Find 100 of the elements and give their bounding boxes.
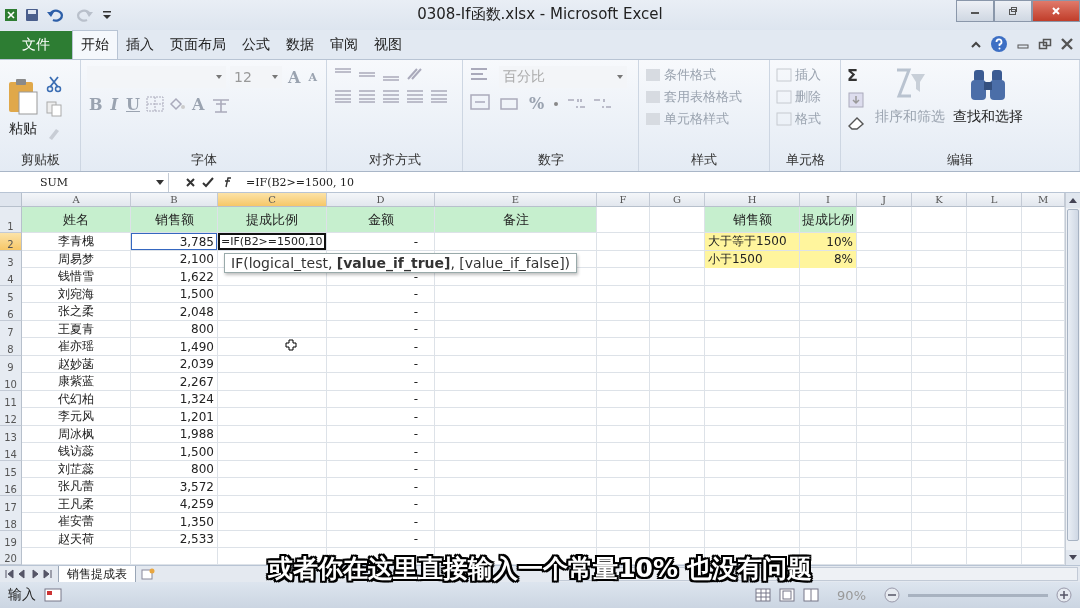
save-icon[interactable] — [24, 6, 40, 23]
table-cell-text: - — [412, 373, 419, 391]
ribbon-tab[interactable]: 数据 — [278, 31, 322, 60]
table-cell-text: 刘宛海 — [57, 285, 95, 303]
align-icon[interactable] — [405, 88, 425, 105]
table-cell-text: 2,048 — [178, 303, 215, 321]
select-all-corner[interactable] — [0, 193, 22, 208]
table-cell-text: 800 — [190, 461, 215, 478]
align-icon[interactable] — [333, 88, 353, 105]
dropdown-caret-icon — [156, 179, 164, 185]
ribbon-tab[interactable]: 审阅 — [322, 31, 366, 60]
align-icon[interactable] — [357, 88, 377, 105]
column-header[interactable]: L — [967, 193, 1022, 208]
help-icon[interactable] — [990, 35, 1008, 54]
table-cell-text: 1,324 — [178, 391, 215, 408]
collapse-ribbon-icon[interactable] — [970, 39, 982, 50]
column-header[interactable]: K — [912, 193, 967, 208]
table-cell: 3,785 — [131, 233, 217, 251]
new-sheet-icon[interactable] — [140, 568, 156, 581]
table-cell-text: - — [412, 478, 419, 496]
ribbon-tab[interactable]: 视图 — [366, 31, 410, 60]
row-header[interactable]: 2 — [0, 233, 22, 252]
restore-icon[interactable] — [1038, 37, 1052, 52]
row-header[interactable]: 14 — [0, 443, 22, 462]
borders-icon[interactable] — [145, 96, 164, 113]
redo-icon[interactable] — [74, 6, 96, 23]
zoom-out-icon[interactable] — [884, 587, 900, 604]
merge-cells-icon[interactable] — [469, 92, 491, 113]
close-button[interactable] — [1032, 0, 1080, 22]
ribbon-tab[interactable]: 开始 — [72, 30, 118, 60]
column-header[interactable]: J — [857, 193, 912, 208]
column-header[interactable]: H — [705, 193, 800, 208]
row-header[interactable]: 6 — [0, 303, 22, 322]
table-cell: 10% — [800, 233, 856, 251]
name-box[interactable]: SUM — [0, 172, 169, 192]
page-layout-icon[interactable] — [779, 588, 796, 603]
table-cell-text: 2,100 — [178, 251, 215, 268]
page-break-icon[interactable] — [803, 588, 820, 603]
cut-icon[interactable] — [46, 75, 62, 94]
column-header[interactable]: F — [597, 193, 650, 208]
table-cell-text: 李元风 — [57, 408, 95, 426]
column-header[interactable]: A — [22, 193, 131, 208]
cell-editor[interactable]: =IF(B2>=1500,10 — [218, 233, 326, 251]
ribbon-tab[interactable]: 公式 — [234, 31, 278, 60]
cursor-icon — [285, 339, 297, 352]
column-header[interactable]: B — [131, 193, 218, 208]
copy-icon[interactable] — [46, 101, 64, 118]
table-cell-text: 4,259 — [178, 496, 215, 513]
align-icon[interactable] — [381, 88, 401, 105]
cell-icon — [776, 90, 792, 105]
cell-icon — [776, 68, 792, 83]
ribbon-tab[interactable]: 页面布局 — [162, 31, 234, 60]
column-header[interactable]: G — [650, 193, 705, 208]
find-select-button[interactable]: 查找和选择 — [953, 66, 1023, 127]
file-tab[interactable]: 文件 — [0, 31, 72, 60]
autosum-button[interactable]: Σ — [847, 66, 867, 86]
sheet-tab[interactable]: 销售提成表 — [58, 565, 136, 583]
column-header[interactable]: M — [1022, 193, 1065, 208]
row-header[interactable]: 4 — [0, 268, 22, 287]
row-header[interactable]: 10 — [0, 373, 22, 392]
group-label: 编辑 — [946, 150, 974, 169]
zoom-in-icon[interactable] — [1056, 587, 1072, 604]
scroll-down-button[interactable] — [1066, 550, 1080, 566]
function-tooltip: IF(logical_test, [value_if_true], [value_if_false]) — [224, 253, 578, 274]
table-cell-text: - — [412, 513, 419, 531]
column-header[interactable]: D — [327, 193, 435, 208]
row-header[interactable]: 12 — [0, 408, 22, 427]
group-label: 字体 — [189, 150, 218, 169]
scroll-up-button[interactable] — [1066, 193, 1080, 209]
enter-check-icon[interactable] — [202, 176, 214, 188]
scroll-thumb[interactable] — [1067, 209, 1079, 542]
restore-button[interactable] — [994, 0, 1032, 22]
row-header[interactable]: 16 — [0, 478, 22, 497]
customize-caret-icon[interactable] — [102, 8, 112, 21]
column-header[interactable]: I — [800, 193, 857, 208]
table-cell-text: 1,500 — [178, 286, 215, 303]
table-cell: 销售额 — [705, 207, 799, 233]
sheet-nav-icon[interactable] — [4, 569, 54, 580]
align-icon[interactable] — [429, 88, 449, 105]
row-header[interactable]: 8 — [0, 338, 22, 357]
table-cell-text: 崔亦瑶 — [57, 338, 95, 356]
row-header[interactable]: 18 — [0, 513, 22, 532]
fill-color-icon[interactable] — [167, 96, 186, 113]
cancel-icon[interactable] — [185, 176, 196, 188]
close-icon[interactable] — [1060, 37, 1074, 52]
paste-button[interactable]: 粘贴 — [6, 78, 40, 139]
column-header[interactable]: E — [435, 193, 597, 208]
row-header[interactable]: 20 — [0, 548, 22, 566]
macro-record-icon[interactable] — [44, 588, 62, 603]
column-header[interactable]: C — [218, 193, 327, 208]
table-cell-text: - — [412, 496, 419, 513]
table-cell: 销售额 — [131, 207, 217, 233]
table-cell: 8% — [800, 250, 856, 268]
window-title: 0308-If函数.xlsx - Microsoft Excel — [417, 5, 663, 25]
normal-view-icon[interactable] — [755, 588, 772, 603]
formula-field[interactable]: =IF(B2>=1500, 10 — [242, 175, 1080, 189]
ribbon-tab[interactable]: 插入 — [118, 31, 162, 60]
fill-icon[interactable] — [847, 91, 865, 110]
group-label: 样式 — [690, 150, 718, 169]
row-header[interactable]: 1 — [0, 207, 22, 234]
